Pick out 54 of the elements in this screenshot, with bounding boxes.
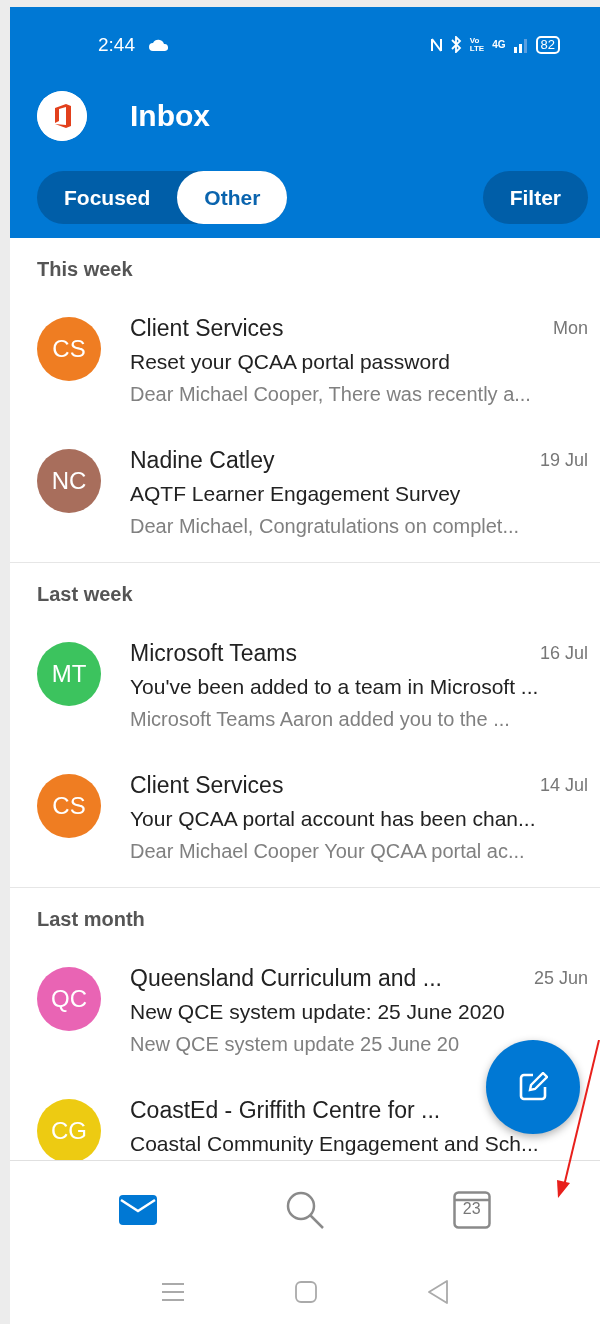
avatar: CS [37,774,101,838]
compose-button[interactable] [486,1040,580,1134]
message-preview: Dear Michael Cooper, There was recently a... [130,383,531,406]
message-date: 14 Jul [539,775,588,796]
message-date: Mon [553,318,588,339]
calendar-date: 23 [461,1200,482,1218]
sender-name: Nadine Catley [130,447,275,474]
message-preview: New QCE system update 25 June 20 [130,1033,460,1056]
message-preview: Dear Michael, Congratulations on complet... [130,515,520,538]
app-logo[interactable] [37,90,87,141]
status-time: 2:44 [98,33,135,56]
sender-name: Client Services [130,772,284,799]
section-heading: Last week [37,582,133,606]
calendar-icon [452,1191,491,1229]
mail-icon [119,1195,158,1225]
inbox-tab[interactable]: Other [177,171,288,224]
search-icon [286,1191,324,1229]
compose-icon [518,1072,548,1102]
back-icon[interactable] [427,1279,449,1304]
battery-level: 82 [535,35,560,54]
bluetooth-icon [450,36,462,53]
message-subject: Reset your QCAA portal password [130,349,450,374]
avatar: NC [37,449,101,513]
message-preview: Dear Michael Cooper Your QCAA portal ac... [130,840,525,863]
message-date: 19 Jul [539,450,588,471]
message-subject: New QCE system update: 25 June 2020 [130,999,505,1024]
message-preview: Microsoft Teams Aaron added you to the ... [130,708,510,731]
avatar: MT [37,642,101,706]
home-icon[interactable] [295,1280,317,1303]
message-date: 16 Jul [539,643,588,664]
menu-icon[interactable] [161,1281,185,1302]
sender-name: Microsoft Teams [130,640,297,667]
message-date: 25 Jun [533,968,588,989]
avatar: QC [37,967,101,1031]
filter-button[interactable]: Filter [482,171,588,224]
sender-name: Queensland Curriculum and ... [130,965,442,992]
sender-name: CoastEd - Griffith Centre for ... [130,1097,441,1124]
avatar: CS [37,317,101,381]
message-subject: Coastal Community Engagement and Sch... [130,1131,539,1156]
cloud-icon [149,38,169,51]
section-heading: Last month [37,907,145,931]
nfc-icon [429,36,443,53]
network-type: 4G [492,39,506,50]
signal-icon [513,36,528,53]
calendar-tab[interactable]: 23 [444,1183,499,1237]
message-subject: Your QCAA portal account has been chan... [130,806,536,831]
inbox-tab[interactable]: Focused [37,171,178,224]
message-subject: AQTF Learner Engagement Survey [130,481,461,506]
message-subject: You've been added to a team in Microsoft ... [130,674,539,699]
volte-indicator: Vo LTE [469,36,485,53]
sender-name: Client Services [130,315,284,342]
avatar: CG [37,1099,101,1160]
inbox-title: Inbox [130,98,210,133]
section-heading: This week [37,257,133,281]
